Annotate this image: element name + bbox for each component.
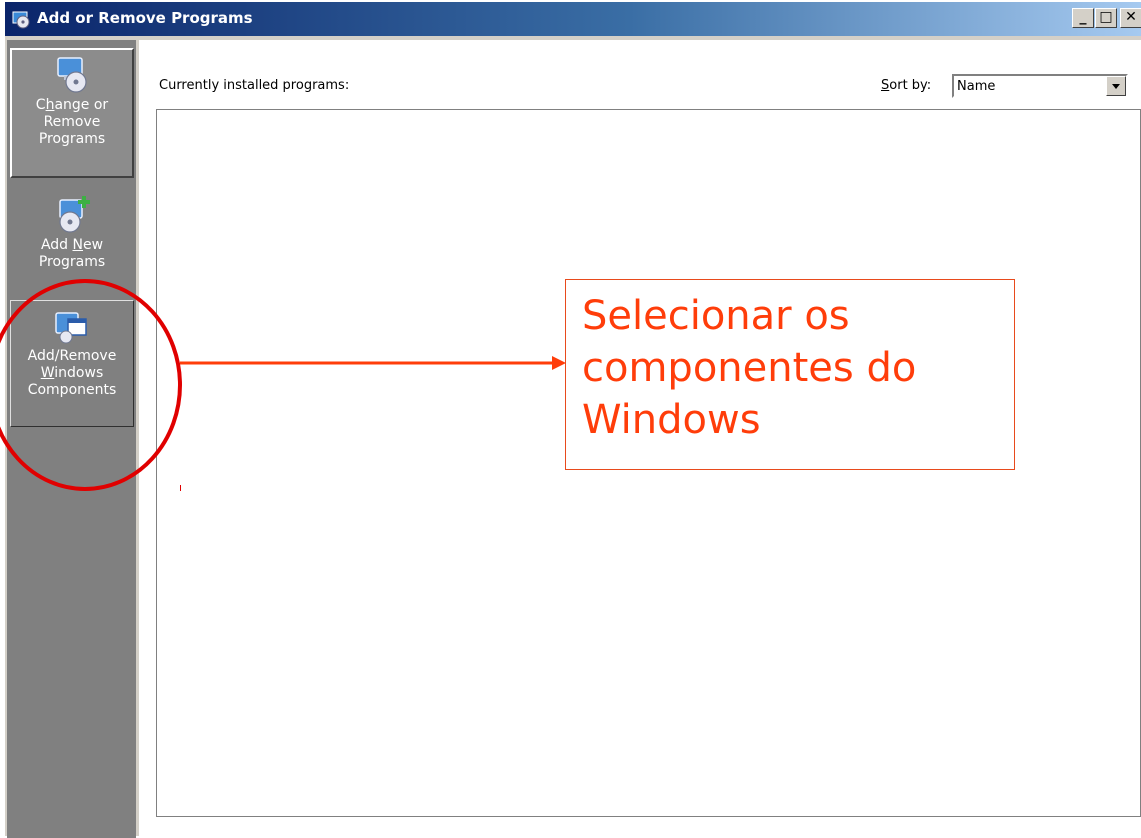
minimize-button[interactable]: _: [1072, 8, 1094, 28]
close-icon: ✕: [1125, 9, 1137, 25]
sidebar-item-change-remove[interactable]: Change or Remove Programs: [10, 48, 134, 178]
sidebar-item-label: Add New Programs: [38, 237, 106, 270]
sort-by-value: Name: [957, 79, 996, 94]
annotation-callout: Selecionar os componentes do Windows: [565, 279, 1015, 470]
sort-by-label: Sort by:: [881, 78, 932, 93]
sidebar-item-add-new[interactable]: Add New Programs: [10, 190, 134, 290]
minimize-icon: _: [1079, 9, 1087, 25]
chevron-down-icon[interactable]: [1106, 76, 1126, 96]
sidebar-item-windows-components[interactable]: Add/Remove Windows Components: [10, 300, 134, 427]
sidebar-item-label: Add/Remove Windows Components: [27, 348, 117, 398]
add-remove-programs-icon: [12, 11, 30, 29]
close-button[interactable]: ✕: [1120, 8, 1141, 28]
installed-programs-label: Currently installed programs:: [159, 78, 350, 93]
window-title: Add or Remove Programs: [37, 9, 253, 27]
callout-line: componentes do: [582, 345, 917, 391]
maximize-icon: □: [1099, 9, 1113, 25]
cd-computer-icon: [57, 57, 87, 93]
sidebar-item-label: Change or Remove Programs: [35, 97, 109, 147]
windows-components-icon: [55, 312, 87, 344]
title-bar[interactable]: Add or Remove Programs _ □ ✕: [5, 2, 1141, 36]
callout-line: Windows: [582, 397, 761, 443]
callout-line: Selecionar os: [582, 293, 850, 339]
maximize-button[interactable]: □: [1095, 8, 1117, 28]
sort-by-select[interactable]: Name: [952, 74, 1128, 98]
add-cd-icon: [59, 196, 90, 233]
sidebar: Change or Remove Programs Add New Progra…: [7, 40, 136, 838]
